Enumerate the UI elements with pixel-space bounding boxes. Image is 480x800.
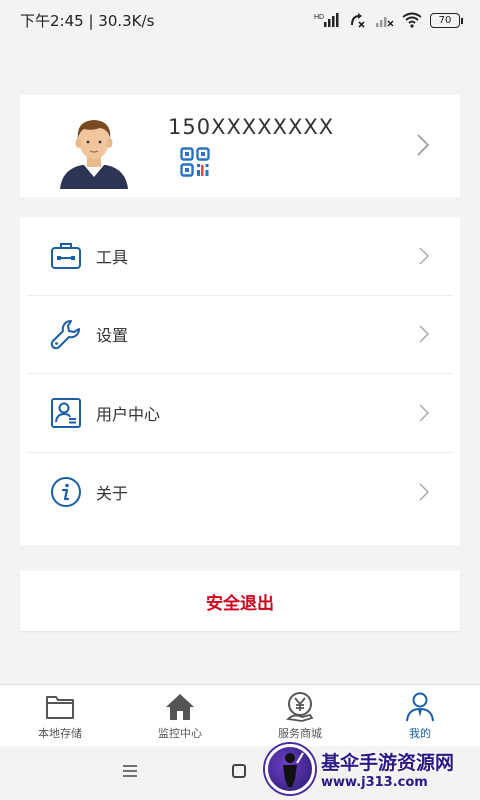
home-icon — [166, 693, 194, 720]
figure-icon — [283, 752, 304, 787]
watermark-logo-icon — [265, 744, 315, 794]
chevron-right-icon — [417, 134, 430, 156]
menu-label-about: 关于 — [96, 483, 129, 503]
battery-icon: 70 — [430, 12, 463, 28]
battery-level: 70 — [438, 14, 452, 26]
status-bar: 下午2:45 | 30.3K/s HD 70 — [0, 0, 480, 40]
menu-list: 工具 设置 用户中心 关于 — [20, 217, 460, 545]
tab-service-mall[interactable]: 服务商城 — [240, 685, 360, 746]
toolbox-icon — [51, 242, 81, 269]
watermark: 基伞手游资源网 www.j313.com — [265, 738, 477, 800]
tab-label-monitor-center: 监控中心 — [158, 726, 202, 740]
wifi-icon — [402, 12, 422, 28]
yuan-shop-icon — [286, 691, 314, 722]
menu-label-user-center: 用户中心 — [96, 404, 161, 424]
recent-apps-icon[interactable] — [122, 764, 138, 778]
home-button-icon[interactable] — [232, 764, 246, 778]
avatar — [60, 120, 128, 189]
chevron-right-icon — [419, 325, 430, 343]
tab-monitor-center[interactable]: 监控中心 — [120, 685, 240, 746]
menu-label-tools: 工具 — [96, 247, 129, 267]
tab-label-local-storage: 本地存储 — [38, 726, 82, 740]
no-signal-icon — [376, 17, 394, 27]
info-icon — [51, 476, 81, 507]
phone-number: 150XXXXXXXX — [168, 115, 335, 139]
watermark-title: 基伞手游资源网 — [321, 752, 455, 774]
menu-item-settings[interactable]: 设置 — [28, 296, 452, 374]
qr-code-icon[interactable] — [180, 147, 210, 177]
status-icons: HD 70 — [314, 12, 463, 28]
signal-icon: HD — [314, 13, 339, 27]
menu-item-about[interactable]: 关于 — [28, 453, 452, 532]
chevron-right-icon — [419, 404, 430, 422]
status-time-speed: 下午2:45 | 30.3K/s — [20, 11, 155, 30]
tab-local-storage[interactable]: 本地存储 — [0, 685, 120, 746]
menu-item-user-center[interactable]: 用户中心 — [28, 374, 452, 453]
tab-mine[interactable]: 我的 — [360, 685, 480, 746]
menu-label-settings: 设置 — [96, 326, 129, 346]
bottom-tab-bar: 本地存储 监控中心 服务商城 我的 — [0, 684, 480, 746]
profile-card[interactable]: 150XXXXXXXX — [20, 95, 460, 197]
watermark-text: 基伞手游资源网 www.j313.com — [321, 748, 454, 790]
menu-item-tools[interactable]: 工具 — [28, 217, 452, 296]
folder-icon — [46, 695, 74, 719]
logout-button[interactable]: 安全退出 — [20, 571, 460, 631]
wrench-icon — [50, 320, 80, 350]
chevron-right-icon — [419, 483, 430, 501]
watermark-url: www.j313.com — [321, 775, 428, 790]
call-forward-icon — [351, 13, 365, 28]
hd-label: HD — [314, 14, 324, 21]
profile-icon — [406, 692, 434, 721]
user-card-icon — [51, 397, 81, 428]
chevron-right-icon — [419, 247, 430, 265]
